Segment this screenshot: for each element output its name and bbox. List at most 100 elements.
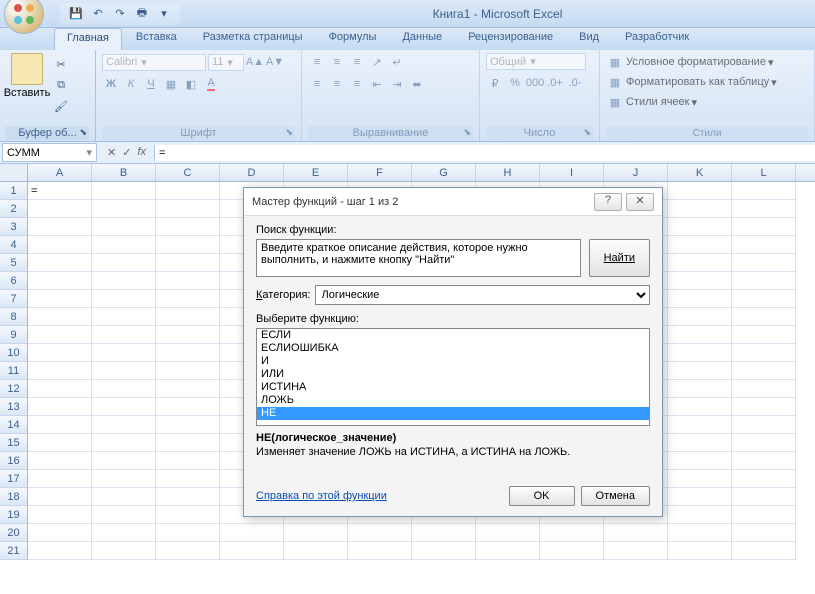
cell[interactable] [668,470,732,488]
cell[interactable] [668,362,732,380]
function-list-item[interactable]: ИСТИНА [257,381,649,394]
increase-decimal-icon[interactable]: .0+ [546,74,564,92]
cell[interactable]: = [28,182,92,200]
cell[interactable] [28,272,92,290]
cell[interactable] [156,452,220,470]
cell[interactable] [92,218,156,236]
row-header[interactable]: 10 [0,344,28,362]
decrease-indent-icon[interactable]: ⇤ [368,75,386,93]
italic-icon[interactable]: К [122,75,140,93]
merge-icon[interactable]: ⬌ [408,75,426,93]
cell[interactable] [92,398,156,416]
cell[interactable] [156,506,220,524]
cell[interactable] [156,542,220,560]
cell[interactable] [92,290,156,308]
cell[interactable] [732,182,796,200]
currency-icon[interactable]: ₽ [486,74,504,92]
copy-icon[interactable]: ⧉ [52,76,70,94]
cell[interactable] [156,488,220,506]
undo-icon[interactable]: ↶ [90,6,106,22]
redo-icon[interactable]: ↷ [112,6,128,22]
cell[interactable] [92,470,156,488]
cell[interactable] [92,416,156,434]
column-header[interactable]: D [220,164,284,181]
cell[interactable] [92,200,156,218]
column-header[interactable]: L [732,164,796,181]
cell[interactable] [92,506,156,524]
cell[interactable] [156,218,220,236]
orientation-icon[interactable]: ↗ [368,53,386,71]
cell[interactable] [732,416,796,434]
function-list-item[interactable]: ИЛИ [257,368,649,381]
font-color-icon[interactable]: A [202,75,220,93]
cell[interactable] [28,434,92,452]
increase-indent-icon[interactable]: ⇥ [388,75,406,93]
office-button[interactable] [4,0,44,34]
qat-more-icon[interactable]: ▾ [156,6,172,22]
cell[interactable] [668,218,732,236]
cell-styles-button[interactable]: Стили ячеек [626,96,689,108]
cell[interactable] [732,200,796,218]
column-header[interactable]: A [28,164,92,181]
font-size-select[interactable]: 11▾ [208,54,244,71]
cell[interactable] [28,326,92,344]
cell[interactable] [156,290,220,308]
cancel-formula-icon[interactable]: ✕ [107,146,116,159]
cell[interactable] [156,434,220,452]
function-list-item[interactable]: НЕ [257,407,649,420]
cell[interactable] [28,380,92,398]
cell[interactable] [284,542,348,560]
cell[interactable] [668,452,732,470]
row-header[interactable]: 2 [0,200,28,218]
fx-icon[interactable]: fx [137,146,146,159]
cell[interactable] [668,344,732,362]
row-header[interactable]: 8 [0,308,28,326]
row-header[interactable]: 14 [0,416,28,434]
cell[interactable] [92,182,156,200]
row-header[interactable]: 4 [0,236,28,254]
column-header[interactable]: J [604,164,668,181]
function-list[interactable]: ЕСЛИЕСЛИОШИБКАИИЛИИСТИНАЛОЖЬНЕ [256,328,650,426]
cell[interactable] [28,470,92,488]
dialog-launcher-icon[interactable]: ⬊ [463,127,471,138]
tab-layout[interactable]: Разметка страницы [191,28,315,50]
cell[interactable] [732,524,796,542]
cell[interactable] [540,524,604,542]
cell[interactable] [92,524,156,542]
cell[interactable] [540,542,604,560]
grow-font-icon[interactable]: A▲ [246,53,264,71]
cell[interactable] [92,488,156,506]
font-name-select[interactable]: Calibri▾ [102,54,206,71]
cell[interactable] [28,542,92,560]
row-header[interactable]: 11 [0,362,28,380]
cell[interactable] [668,416,732,434]
cell[interactable] [668,254,732,272]
tab-home[interactable]: Главная [54,28,122,50]
tab-insert[interactable]: Вставка [124,28,189,50]
cell[interactable] [156,344,220,362]
align-left-icon[interactable]: ≡ [308,75,326,93]
cell[interactable] [668,398,732,416]
conditional-format-button[interactable]: Условное форматирование [626,56,766,68]
cell[interactable] [220,542,284,560]
cell[interactable] [92,434,156,452]
cell[interactable] [92,272,156,290]
function-list-item[interactable]: ЕСЛИ [257,329,649,342]
enter-formula-icon[interactable]: ✓ [122,146,131,159]
row-header[interactable]: 16 [0,452,28,470]
cell[interactable] [156,416,220,434]
cell[interactable] [668,542,732,560]
cell[interactable] [28,488,92,506]
cell[interactable] [92,236,156,254]
bold-icon[interactable]: Ж [102,75,120,93]
cell[interactable] [732,308,796,326]
cell[interactable] [732,326,796,344]
underline-icon[interactable]: Ч [142,75,160,93]
column-header[interactable]: G [412,164,476,181]
cell[interactable] [92,326,156,344]
cell[interactable] [668,200,732,218]
column-header[interactable]: F [348,164,412,181]
cell[interactable] [156,200,220,218]
format-painter-icon[interactable]: 🖌 [52,97,70,115]
column-header[interactable]: I [540,164,604,181]
